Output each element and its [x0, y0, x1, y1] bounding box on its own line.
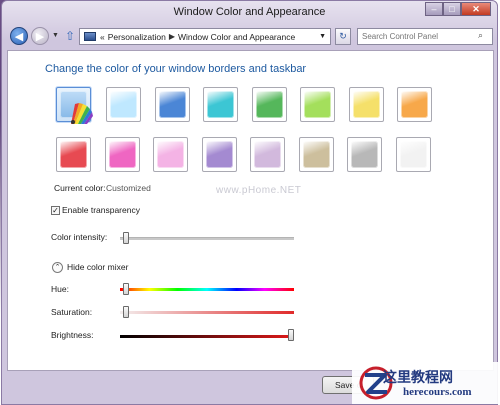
color-swatch[interactable]: [347, 137, 382, 172]
search-input[interactable]: [357, 28, 493, 45]
current-color-label: Current color:: [54, 183, 106, 193]
center-watermark: www.pHome.NET: [216, 185, 302, 196]
color-swatch-fill: [109, 141, 136, 168]
color-swatch-fill: [353, 91, 380, 118]
color-swatch-fill: [207, 91, 234, 118]
color-swatch-fill: [256, 91, 283, 118]
hue-label: Hue:: [51, 284, 69, 294]
window-controls: – □ ✕: [425, 2, 491, 16]
forward-button[interactable]: ▶: [31, 27, 49, 45]
refresh-button[interactable]: ↻: [335, 28, 351, 45]
minimize-button[interactable]: –: [425, 2, 443, 16]
up-arrow-icon[interactable]: ⇧: [65, 29, 75, 43]
recent-pages-dropdown-icon[interactable]: ▼: [52, 32, 59, 39]
refresh-icon: ↻: [339, 31, 347, 41]
search-icon[interactable]: ⌕: [478, 30, 483, 41]
color-swatch-fill: [60, 141, 87, 168]
color-palette-icon: [71, 103, 93, 124]
saturation-slider-thumb[interactable]: [123, 306, 129, 318]
color-swatch[interactable]: [106, 87, 141, 122]
color-swatch[interactable]: [202, 137, 237, 172]
color-swatch[interactable]: [299, 137, 334, 172]
intensity-slider-thumb[interactable]: [123, 232, 129, 244]
breadcrumb-personalization[interactable]: Personalization: [108, 32, 166, 42]
color-swatch[interactable]: [203, 87, 238, 122]
color-swatch-fill: [159, 91, 186, 118]
color-swatch[interactable]: [252, 87, 287, 122]
window: Window Color and Appearance – □ ✕ ◀ ▶ ▼ …: [1, 0, 498, 405]
url-watermark: herecours.com: [403, 386, 472, 398]
current-color-value: Customized: [106, 183, 151, 193]
address-bar[interactable]: « Personalization ▶ Window Color and App…: [79, 28, 331, 45]
color-swatch[interactable]: [300, 87, 335, 122]
color-swatch[interactable]: [155, 87, 190, 122]
color-swatch-fill: [157, 141, 184, 168]
breadcrumb-window-color[interactable]: Window Color and Appearance: [178, 32, 295, 42]
close-button[interactable]: ✕: [461, 2, 491, 16]
color-swatch-fill: [351, 141, 378, 168]
color-swatch-fill: [304, 91, 331, 118]
address-overflow-icon[interactable]: «: [100, 32, 105, 42]
hue-slider-thumb[interactable]: [123, 283, 129, 295]
saturation-label: Saturation:: [51, 307, 93, 317]
color-swatch-fill: [400, 141, 427, 168]
color-swatch[interactable]: [105, 137, 140, 172]
color-swatch[interactable]: [396, 137, 431, 172]
hue-slider-track[interactable]: [120, 288, 294, 291]
chevron-up-icon[interactable]: ⌃: [52, 262, 63, 273]
navigation-bar: ◀ ▶ ▼ ⇧ « Personalization ▶ Window Color…: [2, 24, 497, 48]
window-title: Window Color and Appearance: [173, 6, 326, 18]
intensity-slider-track[interactable]: [120, 237, 294, 240]
color-swatch[interactable]: [250, 137, 285, 172]
forward-arrow-icon: ▶: [35, 30, 45, 43]
color-swatch-fill: [110, 91, 137, 118]
saturation-slider-track[interactable]: [120, 311, 294, 314]
transparency-label[interactable]: Enable transparency: [62, 205, 140, 215]
brightness-label: Brightness:: [51, 330, 94, 340]
back-button[interactable]: ◀: [10, 27, 28, 45]
control-panel-icon: [84, 32, 96, 41]
page-heading: Change the color of your window borders …: [45, 63, 307, 75]
address-dropdown-icon[interactable]: ▼: [319, 33, 326, 40]
mixer-toggle-label[interactable]: Hide color mixer: [67, 262, 128, 272]
maximize-button[interactable]: □: [443, 2, 461, 16]
color-swatch-fill: [401, 91, 428, 118]
color-swatch[interactable]: [397, 87, 432, 122]
title-bar: Window Color and Appearance – □ ✕: [2, 1, 497, 23]
color-swatch[interactable]: [349, 87, 384, 122]
intensity-label: Color intensity:: [51, 232, 108, 242]
brightness-slider-thumb[interactable]: [288, 329, 294, 341]
brand-watermark: 这里教程网: [383, 370, 453, 386]
transparency-checkbox[interactable]: ✓: [51, 206, 60, 215]
color-swatch[interactable]: [153, 137, 188, 172]
color-swatch[interactable]: [56, 137, 91, 172]
color-swatch-fill: [303, 141, 330, 168]
breadcrumb-separator-icon: ▶: [168, 32, 176, 41]
color-swatch-fill: [206, 141, 233, 168]
color-swatch-fill: [254, 141, 281, 168]
back-arrow-icon: ◀: [14, 30, 24, 43]
brightness-slider-track[interactable]: [120, 335, 294, 338]
